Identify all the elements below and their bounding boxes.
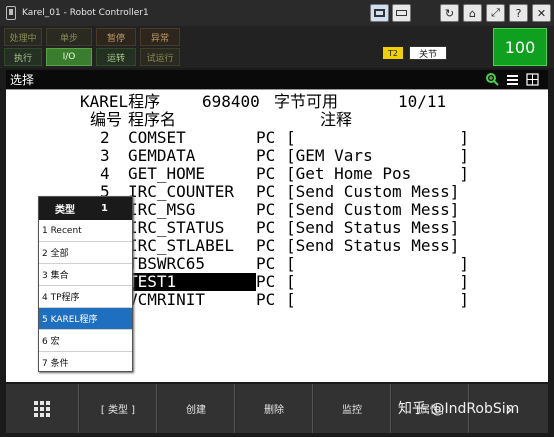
screen-title: 选择 bbox=[10, 73, 35, 87]
grid-menu-icon bbox=[34, 400, 50, 417]
program-type: PC bbox=[256, 128, 276, 147]
list-header-row: KAREL程序 698400 字节可用 10/11 bbox=[6, 93, 548, 111]
program-comment: [Get Home Pos ] bbox=[286, 164, 470, 183]
program-type: PC bbox=[256, 290, 276, 309]
status-run: 执行 bbox=[4, 48, 42, 66]
program-comment: [ ] bbox=[286, 128, 470, 147]
program-comment: [ ] bbox=[286, 254, 470, 273]
status-step: 单步 bbox=[46, 28, 92, 46]
reset-button[interactable]: ↻ bbox=[440, 4, 459, 22]
f2-create-button[interactable]: 创建 bbox=[158, 384, 235, 433]
program-name: IRC_STLABEL bbox=[128, 236, 234, 255]
status-io: I/O bbox=[46, 48, 92, 66]
display-mode-button[interactable] bbox=[370, 4, 389, 22]
window-layout-button[interactable] bbox=[392, 4, 411, 22]
zoom-icon[interactable] bbox=[486, 73, 499, 86]
table-row[interactable]: 2 COMSET PC [ ] bbox=[6, 129, 548, 147]
main-menu-button[interactable] bbox=[6, 384, 79, 433]
popup-page: 1 bbox=[101, 203, 108, 214]
program-name: VCMRINIT bbox=[128, 290, 206, 309]
window-title-bar: Karel_01 - Robot Controller1 ↻ ⌂ ⤢ ? ✕ bbox=[0, 0, 554, 26]
program-type: PC bbox=[256, 218, 276, 237]
f3-delete-button[interactable]: 删除 bbox=[236, 384, 313, 433]
watermark: 知乎 @IndRobSim bbox=[398, 401, 520, 417]
t2-mode-badge: T2 bbox=[383, 47, 403, 59]
column-comment: 注释 bbox=[320, 110, 353, 129]
window-title: Karel_01 - Robot Controller1 bbox=[22, 8, 149, 18]
column-program-name: 程序名 bbox=[128, 110, 177, 129]
program-number: 3 bbox=[100, 146, 110, 165]
program-number: 2 bbox=[100, 128, 110, 147]
program-comment: [Send Status Mess] bbox=[286, 236, 460, 255]
refresh-icon: ↻ bbox=[444, 6, 455, 20]
f1-type-button[interactable]: [ 类型 ] bbox=[80, 384, 157, 433]
status-hold: 暂停 bbox=[96, 28, 136, 46]
f4-monitor-button[interactable]: 监控 bbox=[314, 384, 391, 433]
program-type: PC bbox=[256, 146, 276, 165]
program-type: PC bbox=[256, 236, 276, 255]
menu-list-icon[interactable] bbox=[506, 73, 519, 86]
menu-item-tp-program[interactable]: 4 TP程序 bbox=[39, 286, 132, 308]
program-comment: [ ] bbox=[286, 290, 470, 309]
program-name: IRC_MSG bbox=[128, 200, 196, 219]
program-comment: [GEM Vars ] bbox=[286, 146, 470, 165]
override-indicator[interactable]: 100 bbox=[493, 28, 547, 66]
menu-item-macro[interactable]: 6 宏 bbox=[39, 330, 132, 352]
program-name: IRC_COUNTER bbox=[128, 182, 234, 201]
coord-mode-badge[interactable]: 关节 bbox=[409, 46, 447, 60]
menu-item-condition[interactable]: 7 条件 bbox=[39, 352, 132, 374]
status-tcyc: 试运行 bbox=[140, 48, 180, 66]
page-indicator: 10/11 bbox=[398, 92, 447, 111]
program-name: COMSET bbox=[128, 128, 186, 147]
bytes-free-label: 字节可用 bbox=[274, 92, 339, 111]
program-name: TEST1 bbox=[128, 273, 256, 291]
single-window-icon bbox=[374, 9, 385, 17]
list-title: KAREL程序 bbox=[80, 92, 161, 111]
menu-item-collection[interactable]: 3 集合 bbox=[39, 264, 132, 286]
help-icon: ? bbox=[515, 6, 522, 20]
program-comment: [ ] bbox=[286, 272, 470, 291]
screen-title-bar: 选择 bbox=[6, 70, 548, 89]
program-name: GET_HOME bbox=[128, 164, 206, 183]
table-row[interactable]: 3 GEMDATA PC [GEM Vars ] bbox=[6, 147, 548, 165]
program-name: GEMDATA bbox=[128, 146, 196, 165]
status-panel: 处理中 单步 暂停 异常 执行 I/O 运转 试运行 bbox=[0, 26, 554, 68]
bytes-free-value: 698400 bbox=[202, 92, 260, 111]
close-icon: ✕ bbox=[536, 6, 547, 20]
program-name: IRC_STATUS bbox=[128, 218, 225, 237]
table-row[interactable]: 4 GET_HOME PC [Get Home Pos ] bbox=[6, 165, 548, 183]
move-robot-button[interactable]: ⤢ bbox=[486, 4, 505, 22]
split-window-icon[interactable] bbox=[526, 73, 539, 86]
status-busy: 处理中 bbox=[4, 28, 42, 46]
program-type: PC bbox=[256, 182, 276, 201]
teach-pendant-button[interactable]: ⌂ bbox=[463, 4, 482, 22]
program-comment: [Send Custom Mess] bbox=[286, 200, 460, 219]
program-name: TBSWRC65 bbox=[128, 254, 206, 273]
program-type: PC bbox=[256, 254, 276, 273]
robot-arm-icon: ⤢ bbox=[491, 6, 500, 19]
column-header-row: 编号 程序名 注释 bbox=[6, 111, 548, 129]
pendant-icon: ⌂ bbox=[469, 6, 476, 20]
program-type: PC bbox=[256, 164, 276, 183]
dual-window-icon bbox=[396, 10, 407, 16]
app-icon bbox=[6, 6, 16, 20]
type-popup-menu: 类型 1 1 Recent 2 全部 3 集合 4 TP程序 5 KAREL程序… bbox=[38, 196, 133, 374]
program-number: 4 bbox=[100, 164, 110, 183]
help-button[interactable]: ? bbox=[509, 4, 528, 22]
status-prod: 运转 bbox=[96, 48, 136, 66]
popup-title: 类型 bbox=[55, 205, 75, 216]
menu-item-all[interactable]: 2 全部 bbox=[39, 242, 132, 264]
column-number: 编号 bbox=[90, 110, 123, 129]
menu-item-karel-program[interactable]: 5 KAREL程序 bbox=[39, 308, 132, 330]
status-fault: 异常 bbox=[140, 28, 180, 46]
program-comment: [Send Status Mess] bbox=[286, 218, 460, 237]
program-type: PC bbox=[256, 272, 276, 291]
menu-item-recent[interactable]: 1 Recent bbox=[39, 220, 132, 242]
close-button[interactable]: ✕ bbox=[532, 4, 551, 22]
program-comment: [Send Custom Mess] bbox=[286, 182, 460, 201]
popup-header: 类型 1 bbox=[39, 197, 132, 220]
program-type: PC bbox=[256, 200, 276, 219]
